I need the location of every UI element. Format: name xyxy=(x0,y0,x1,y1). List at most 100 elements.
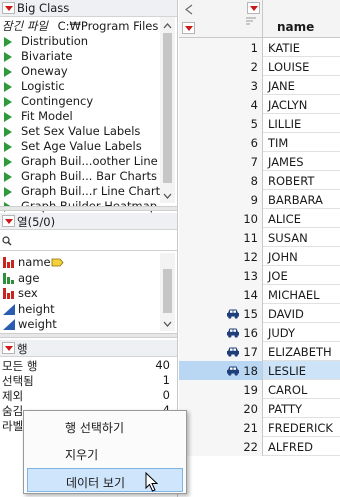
table-row[interactable]: 21 FREDERICK xyxy=(179,418,340,437)
row-number-cell[interactable]: 17 xyxy=(179,342,263,361)
panel-divider[interactable] xyxy=(0,333,177,338)
scroll-up-icon[interactable] xyxy=(163,21,172,30)
script-item[interactable]: Set Age Value Labels xyxy=(0,139,160,154)
table-row[interactable]: 18 LESLIE xyxy=(179,361,340,380)
table-row[interactable]: 1 KATIE xyxy=(179,38,340,57)
table-row[interactable]: 8 ROBERT xyxy=(179,171,340,190)
table-row[interactable]: 10 ALICE xyxy=(179,209,340,228)
table-row[interactable]: 6 TIM xyxy=(179,133,340,152)
table-row[interactable]: 22 ALFRED xyxy=(179,437,340,456)
row-number-cell[interactable]: 11 xyxy=(179,228,263,247)
name-cell[interactable]: KATIE xyxy=(268,41,300,55)
table-row[interactable]: 19 CAROL xyxy=(179,380,340,399)
script-item[interactable]: Oneway xyxy=(0,64,160,79)
scripts-scrollbar[interactable] xyxy=(160,17,175,203)
table-row[interactable]: 13 JOE xyxy=(179,266,340,285)
name-cell[interactable]: JAMES xyxy=(268,155,304,169)
name-cell[interactable]: ALICE xyxy=(268,212,301,226)
table-row[interactable]: 15 DAVID xyxy=(179,304,340,323)
script-item[interactable]: Graph Buil...oother Line xyxy=(0,154,160,169)
script-item[interactable]: Logistic xyxy=(0,79,160,94)
name-cell[interactable]: JANE xyxy=(268,79,295,93)
name-cell[interactable]: MICHAEL xyxy=(268,288,320,302)
row-number-cell[interactable]: 13 xyxy=(179,266,263,285)
name-cell[interactable]: ELIZABETH xyxy=(268,345,332,359)
table-row[interactable]: 5 LILLIE xyxy=(179,114,340,133)
column-header-name[interactable]: name xyxy=(277,20,314,34)
table-row[interactable]: 2 LOUISE xyxy=(179,57,340,76)
name-cell[interactable]: JOE xyxy=(268,269,288,283)
row-number-cell[interactable]: 21 xyxy=(179,418,263,437)
row-number-cell[interactable]: 12 xyxy=(179,247,263,266)
row-number-cell[interactable]: 7 xyxy=(179,152,263,171)
column-item-weight[interactable]: weight xyxy=(0,317,160,332)
name-cell[interactable]: JUDY xyxy=(268,326,295,340)
scripts-scroll-thumb[interactable] xyxy=(163,33,172,183)
row-number-cell[interactable]: 16 xyxy=(179,323,263,342)
script-item[interactable]: Fit Model xyxy=(0,109,160,124)
name-cell[interactable]: TIM xyxy=(268,136,288,150)
name-cell[interactable]: JOHN xyxy=(268,250,298,264)
table-red-triangle-button[interactable] xyxy=(247,2,260,14)
table-row[interactable]: 16 JUDY xyxy=(179,323,340,342)
column-item-sex[interactable]: sex xyxy=(0,286,160,301)
table-row[interactable]: 4 JACLYN xyxy=(179,95,340,114)
script-item[interactable]: Contingency xyxy=(0,94,160,109)
name-cell[interactable]: BARBARA xyxy=(268,193,323,207)
name-cell[interactable]: LILLIE xyxy=(268,117,301,131)
collapse-left-icon[interactable] xyxy=(184,4,194,15)
name-cell[interactable]: FREDERICK xyxy=(268,421,333,435)
context-menu-item[interactable]: 행 선택하기 xyxy=(27,414,183,438)
panel-divider[interactable] xyxy=(0,206,177,211)
rows-menu-button[interactable] xyxy=(2,342,15,354)
scroll-down-icon[interactable] xyxy=(163,191,172,200)
scroll-down-icon[interactable] xyxy=(163,319,172,328)
script-item[interactable]: Distribution xyxy=(0,34,160,49)
row-number-cell[interactable]: 14 xyxy=(179,285,263,304)
table-row[interactable]: 7 JAMES xyxy=(179,152,340,171)
row-number-cell[interactable]: 4 xyxy=(179,95,263,114)
table-row[interactable]: 3 JANE xyxy=(179,76,340,95)
row-number-cell[interactable]: 2 xyxy=(179,57,263,76)
columns-scroll-thumb[interactable] xyxy=(163,269,172,313)
name-cell[interactable]: ROBERT xyxy=(268,174,314,188)
name-cell[interactable]: SUSAN xyxy=(268,231,308,245)
context-menu-item[interactable]: 지우기 xyxy=(27,441,183,465)
row-number-cell[interactable]: 19 xyxy=(179,380,263,399)
row-number-cell[interactable]: 18 xyxy=(179,361,263,380)
table-row[interactable]: 17 ELIZABETH xyxy=(179,342,340,361)
row-number-cell[interactable]: 8 xyxy=(179,171,263,190)
row-number-cell[interactable]: 1 xyxy=(179,38,263,57)
name-cell[interactable]: LOUISE xyxy=(268,60,309,74)
name-cell[interactable]: ALFRED xyxy=(268,440,313,454)
name-cell[interactable]: CAROL xyxy=(268,383,307,397)
name-cell[interactable]: PATTY xyxy=(268,402,302,416)
row-number-cell[interactable]: 9 xyxy=(179,190,263,209)
table-row[interactable]: 11 SUSAN xyxy=(179,228,340,247)
row-number-cell[interactable]: 15 xyxy=(179,304,263,323)
name-cell[interactable]: LESLIE xyxy=(268,364,306,378)
column-search-box[interactable] xyxy=(0,231,177,251)
table-row[interactable]: 9 BARBARA xyxy=(179,190,340,209)
row-number-cell[interactable]: 22 xyxy=(179,437,263,456)
context-menu-item[interactable]: 데이터 보기 xyxy=(27,468,183,492)
table-row[interactable]: 14 MICHAEL xyxy=(179,285,340,304)
script-item[interactable]: Graph Buil... Bar Charts xyxy=(0,169,160,184)
table-row[interactable]: 20 PATTY xyxy=(179,399,340,418)
column-item-age[interactable]: age xyxy=(0,271,160,286)
rows-red-triangle-button[interactable] xyxy=(182,22,195,34)
row-number-cell[interactable]: 6 xyxy=(179,133,263,152)
table-row[interactable]: 12 JOHN xyxy=(179,247,340,266)
script-item[interactable]: Set Sex Value Labels xyxy=(0,124,160,139)
column-item-height[interactable]: height xyxy=(0,302,160,317)
row-number-cell[interactable]: 3 xyxy=(179,76,263,95)
script-item[interactable]: Bivariate xyxy=(0,49,160,64)
row-number-cell[interactable]: 10 xyxy=(179,209,263,228)
columns-menu-button[interactable] xyxy=(2,215,15,227)
name-cell[interactable]: JACLYN xyxy=(268,98,307,112)
table-menu-button[interactable] xyxy=(2,2,15,14)
row-number-cell[interactable]: 20 xyxy=(179,399,263,418)
name-cell[interactable]: DAVID xyxy=(268,307,304,321)
columns-scrollbar[interactable] xyxy=(160,253,175,331)
column-item-name[interactable]: name xyxy=(0,255,160,270)
